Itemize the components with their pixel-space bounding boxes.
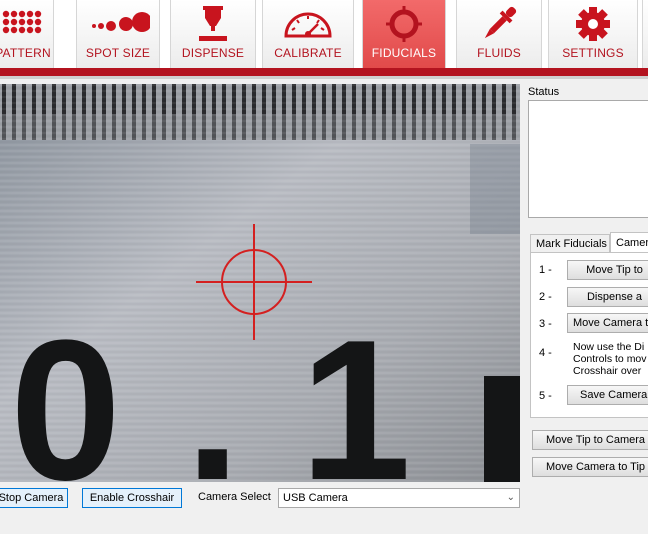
tab-camera[interactable]: Camera: [610, 232, 648, 252]
settings-button[interactable]: SETTINGS: [548, 0, 638, 68]
spot-size-label: SPOT SIZE: [85, 46, 151, 60]
pattern-label: PATTERN: [0, 46, 51, 60]
toolbar-underline: [0, 68, 648, 76]
step-4-number: 4 -: [539, 347, 552, 359]
camera-select-value: USB Camera: [283, 492, 348, 504]
scale-digit-dot: .: [185, 299, 241, 482]
crosshair-icon: [386, 6, 422, 42]
spot-size-icon: [92, 12, 150, 32]
move-camera-to-tip-button[interactable]: Move Camera to Tip: [532, 457, 648, 477]
save-camera-button[interactable]: Save Camera: [567, 385, 648, 405]
more-toolbar-button[interactable]: [642, 0, 648, 68]
pattern-button[interactable]: PATTERN: [0, 0, 54, 68]
camera-select-dropdown[interactable]: USB Camera ⌄: [278, 488, 520, 508]
calibrate-label: CALIBRATE: [274, 46, 342, 60]
scale-digit-0: 0: [10, 299, 121, 482]
fluids-button[interactable]: FLUIDS: [456, 0, 542, 68]
step-2-number: 2 -: [539, 291, 552, 303]
spot-size-button[interactable]: SPOT SIZE: [76, 0, 160, 68]
dropper-icon: [484, 6, 517, 39]
step-5-number: 5 -: [539, 390, 552, 402]
scale-digit-partial: [484, 376, 520, 482]
instruction-line: Crosshair over: [573, 365, 642, 377]
move-tip-to-button[interactable]: Move Tip to: [567, 260, 648, 280]
chevron-down-icon: ⌄: [506, 492, 515, 503]
enable-crosshair-button[interactable]: Enable Crosshair: [82, 488, 182, 508]
gear-icon: [576, 7, 610, 41]
step-4-instructions: Now use the Di Controls to mov Crosshair…: [573, 341, 648, 377]
dispense-icon: [199, 6, 227, 41]
instruction-line: Controls to mov: [573, 353, 647, 365]
gauge-icon: [284, 12, 332, 38]
move-tip-to-camera-button[interactable]: Move Tip to Camera: [532, 430, 648, 450]
status-label: Status: [528, 86, 560, 98]
main-toolbar: PATTERN SPOT SIZE DISPENSE CALIBRATE FID…: [0, 0, 648, 68]
dispense-label: DISPENSE: [181, 46, 245, 60]
dispense-a-button[interactable]: Dispense a: [567, 287, 648, 307]
camera-select-label: Camera Select: [198, 491, 271, 503]
pattern-dots-icon: [2, 10, 42, 34]
instruction-line: Now use the Di: [573, 341, 645, 353]
fiducials-label: FIDUCIALS: [371, 46, 437, 60]
step-3-number: 3 -: [539, 318, 552, 330]
stop-camera-button[interactable]: Stop Camera: [0, 488, 68, 508]
settings-label: SETTINGS: [562, 46, 624, 60]
tab-mark-fiducials[interactable]: Mark Fiducials: [530, 234, 610, 252]
divider: [0, 76, 648, 79]
dispense-button[interactable]: DISPENSE: [170, 0, 256, 68]
step-1-number: 1 -: [539, 264, 552, 276]
fluids-label: FLUIDS: [477, 46, 521, 60]
scale-digit-1: 1: [300, 299, 411, 482]
status-box: [528, 100, 648, 218]
fiducials-button[interactable]: FIDUCIALS: [362, 0, 446, 68]
camera-image: 0 . 1: [0, 84, 520, 482]
calibrate-button[interactable]: CALIBRATE: [262, 0, 354, 68]
camera-view[interactable]: 0 . 1: [0, 84, 520, 482]
move-camera-to-button[interactable]: Move Camera t: [567, 313, 648, 333]
